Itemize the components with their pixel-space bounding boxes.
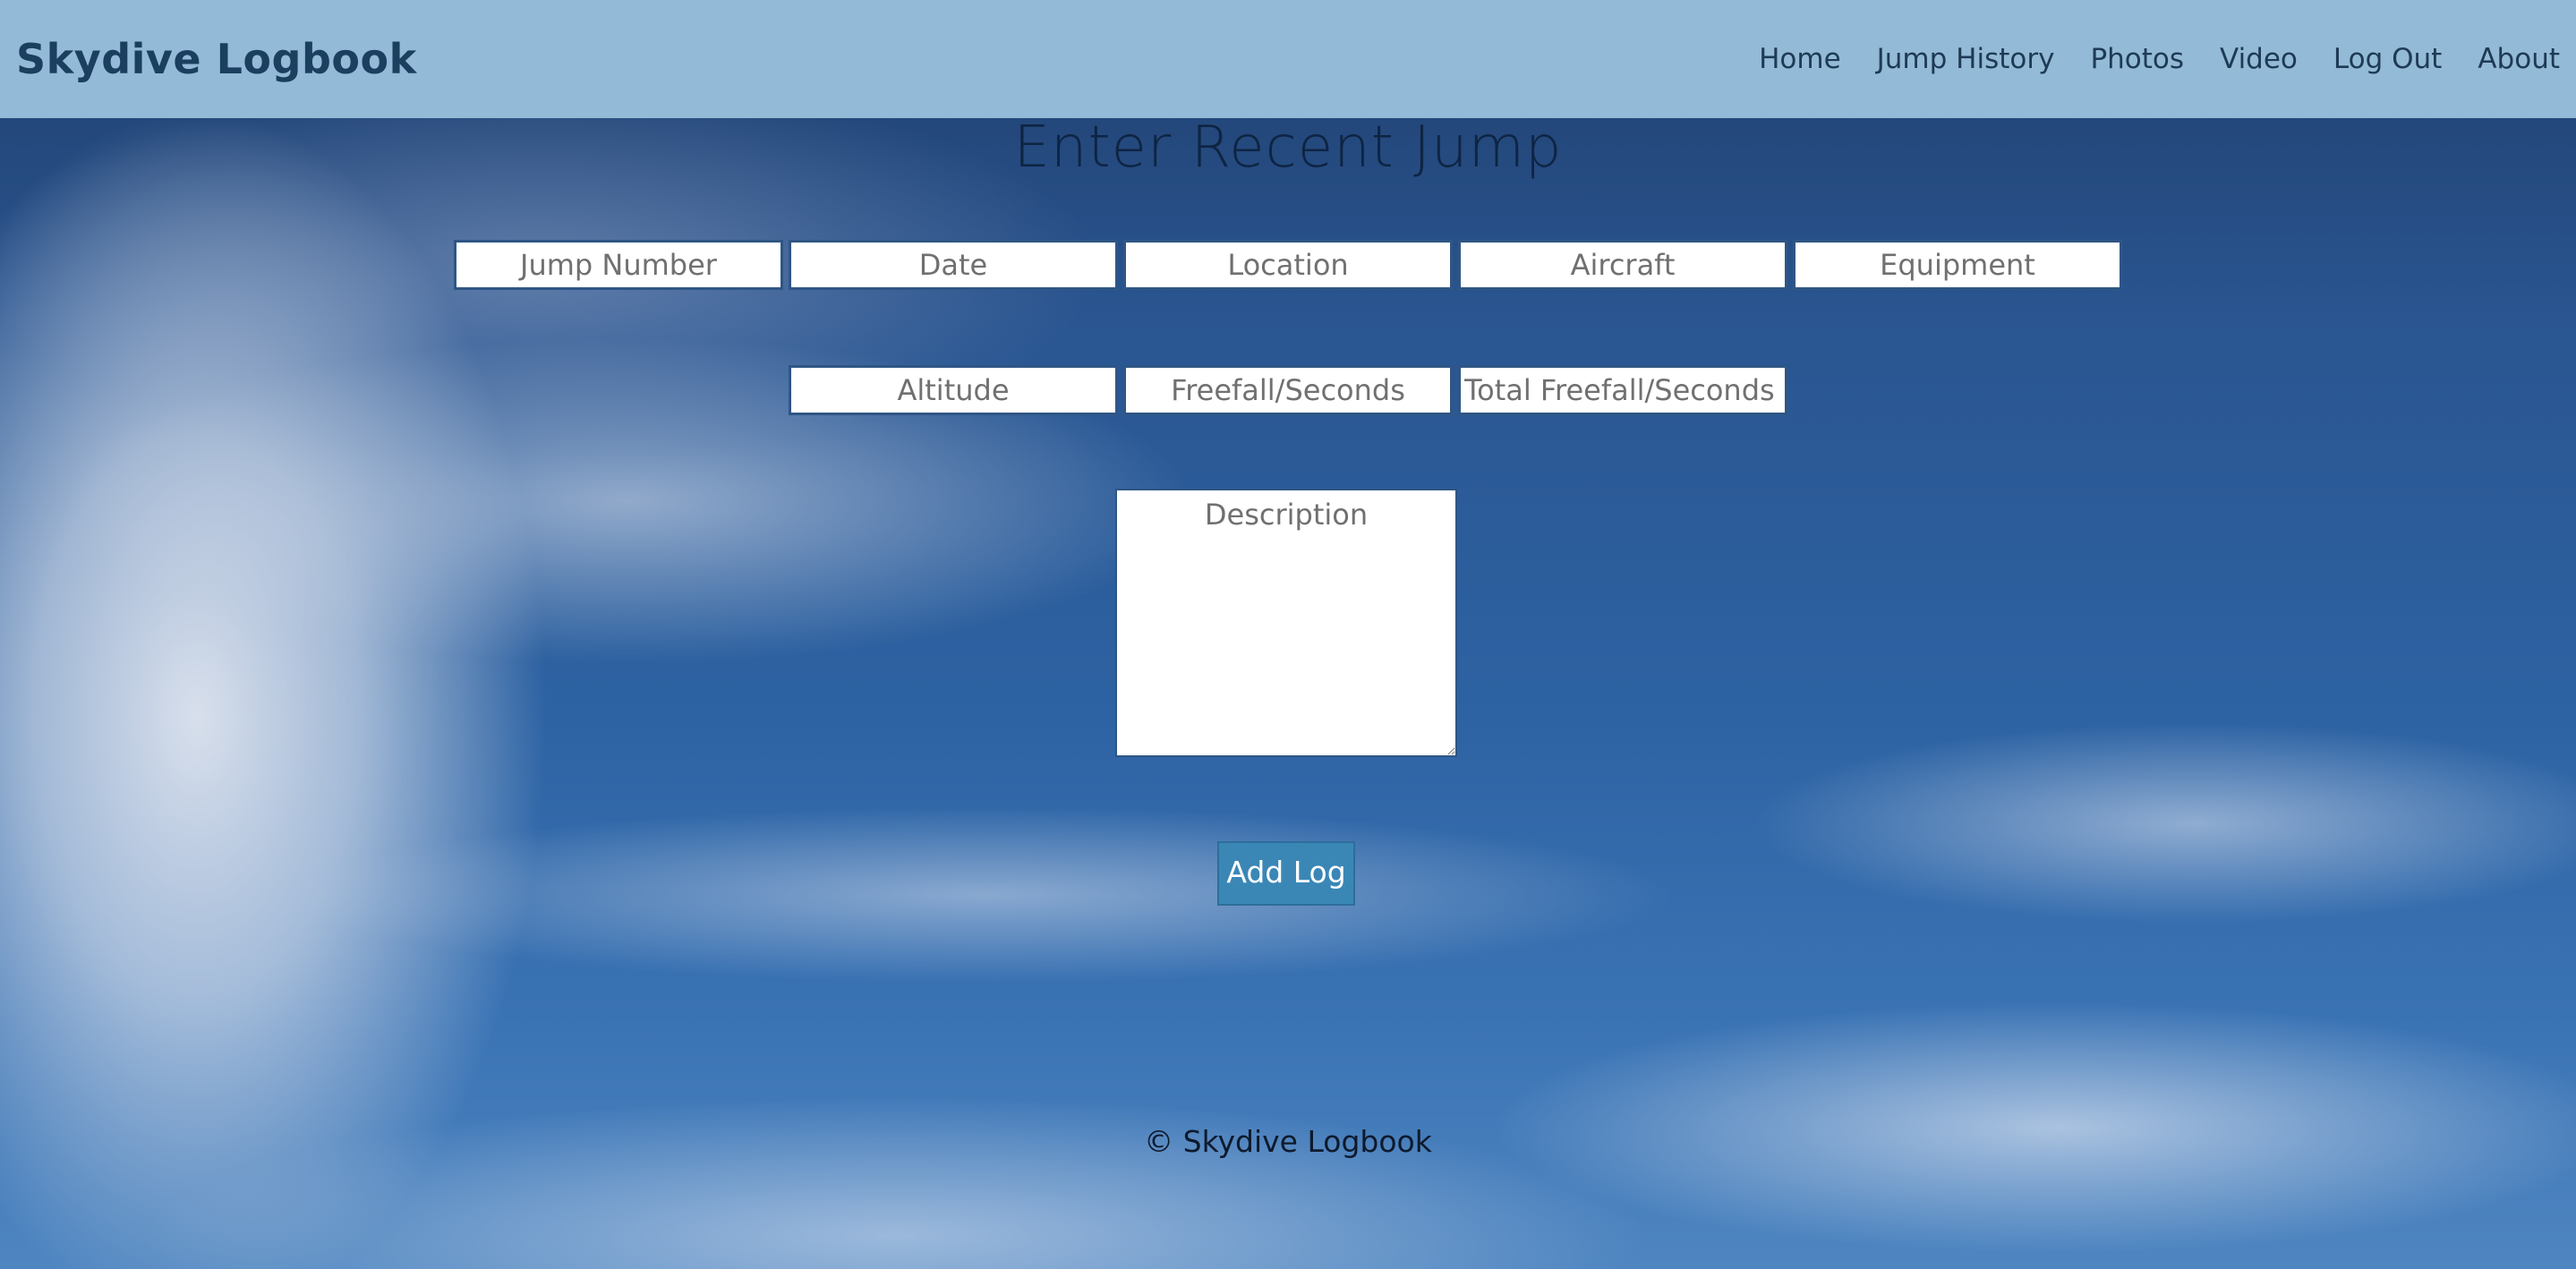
nav-link-home[interactable]: Home: [1759, 43, 1841, 75]
description-container: [1115, 489, 1457, 761]
brand-logo-text[interactable]: Skydive Logbook: [16, 35, 417, 83]
nav-links: Home Jump History Photos Video Log Out A…: [1723, 43, 2560, 75]
jump-number-input[interactable]: [454, 240, 783, 290]
footer-copyright: © Skydive Logbook: [1144, 1124, 1432, 1159]
altitude-input[interactable]: [789, 365, 1118, 415]
form-row-2: [0, 365, 2576, 415]
description-textarea[interactable]: [1115, 489, 1457, 757]
add-log-button[interactable]: Add Log: [1217, 841, 1355, 906]
location-input[interactable]: [1123, 240, 1453, 290]
page-title: Enter Recent Jump: [1013, 115, 1563, 181]
total-freefall-seconds-input[interactable]: [1458, 365, 1787, 415]
top-navbar: Skydive Logbook Home Jump History Photos…: [0, 0, 2576, 118]
nav-link-about[interactable]: About: [2478, 43, 2560, 75]
freefall-seconds-input[interactable]: [1123, 365, 1453, 415]
nav-link-photos[interactable]: Photos: [2090, 43, 2184, 75]
date-input[interactable]: [789, 240, 1118, 290]
nav-link-video[interactable]: Video: [2220, 43, 2298, 75]
form-row-1: [0, 240, 2576, 290]
nav-link-log-out[interactable]: Log Out: [2333, 43, 2442, 75]
nav-link-jump-history[interactable]: Jump History: [1877, 43, 2055, 75]
equipment-input[interactable]: [1793, 240, 2122, 290]
aircraft-input[interactable]: [1458, 240, 1787, 290]
